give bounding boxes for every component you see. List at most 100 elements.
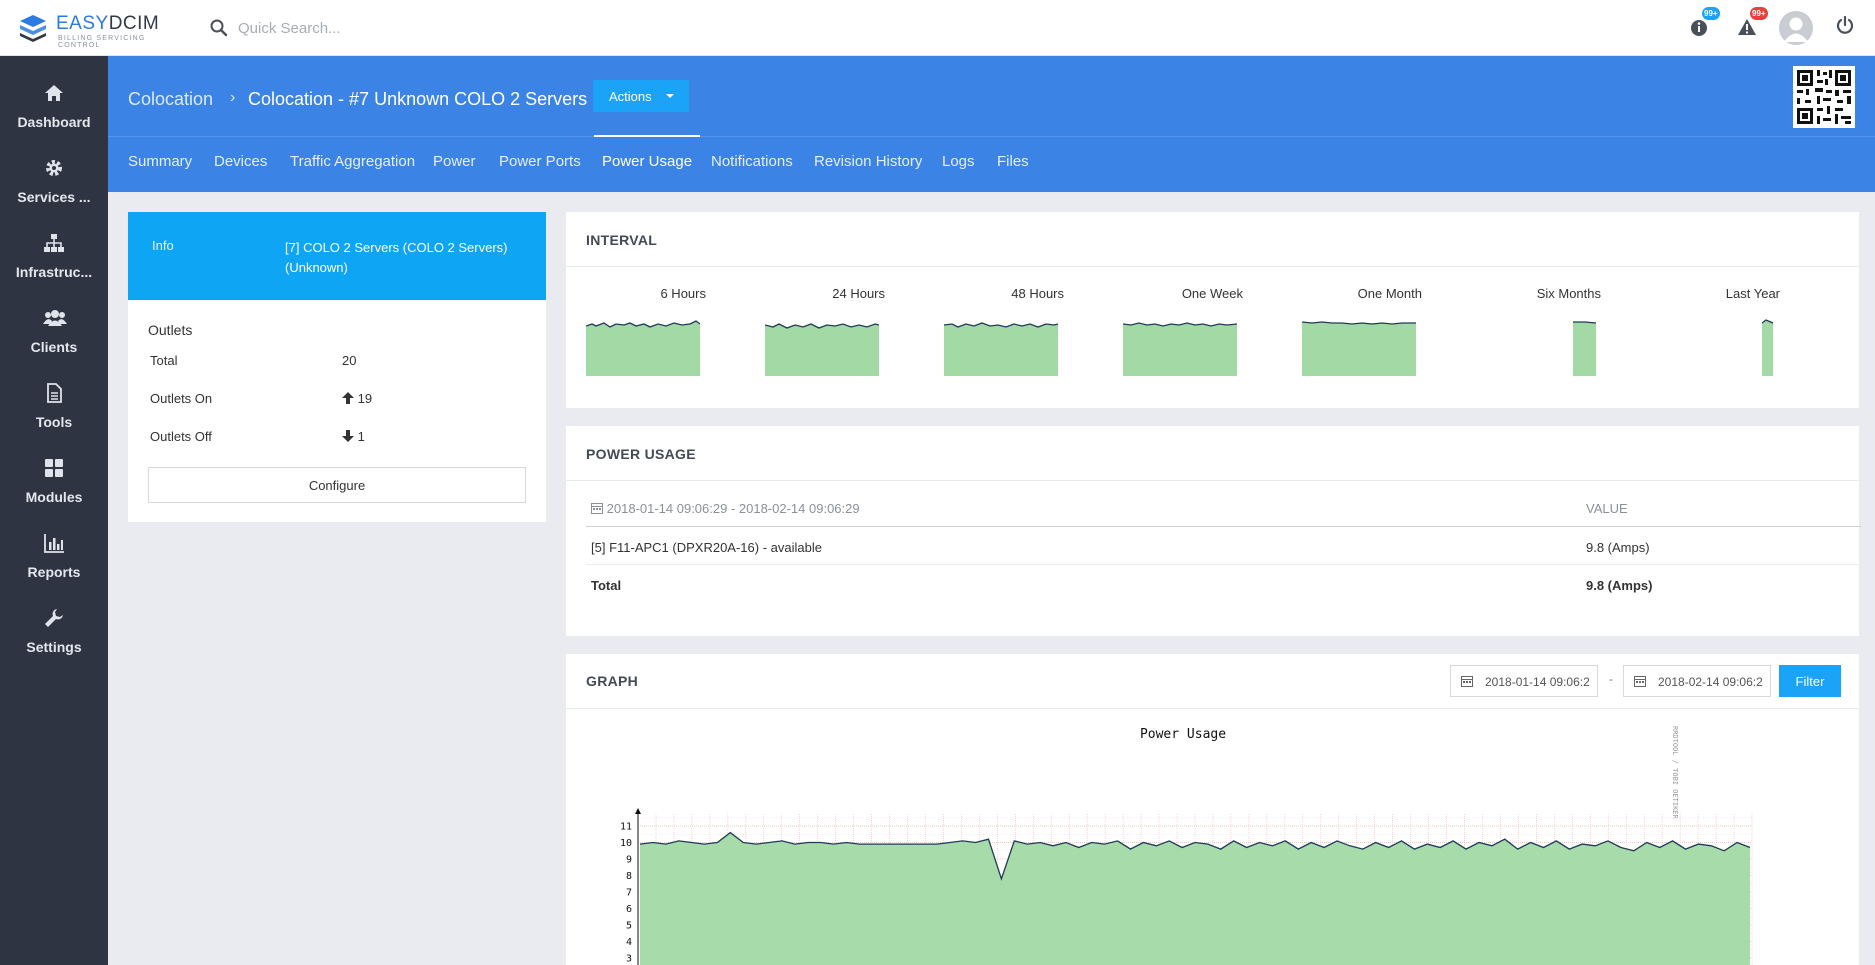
outlets-title: Outlets <box>148 322 193 338</box>
interval-label: Last Year <box>1725 286 1780 301</box>
sidebar-item-dashboard[interactable]: Dashboard <box>0 74 108 144</box>
tab-files[interactable]: Files <box>997 137 1029 192</box>
chart-side-label: RRDTOOL / TOBI OETIKER <box>1671 726 1679 820</box>
info-card: Info [7] COLO 2 Servers (COLO 2 Servers)… <box>128 212 546 522</box>
search-input[interactable] <box>238 17 498 39</box>
outlets-off-label: Outlets Off <box>150 429 212 444</box>
outlets-off-value-group: 1 <box>342 429 365 444</box>
date-from-input[interactable]: 2018-01-14 09:06:2 <box>1450 665 1598 697</box>
sidebar-item-reports[interactable]: Reports <box>0 524 108 594</box>
sparkline-24-hours <box>765 323 879 376</box>
sidebar-item-label: Dashboard <box>17 114 91 130</box>
calendar-icon <box>1461 676 1473 687</box>
top-bar: EASYDCIM BILLING SERVICING CONTROL 99+ 9… <box>0 0 1875 56</box>
sidebar-item-clients[interactable]: Clients <box>0 299 108 369</box>
filter-button[interactable]: Filter <box>1779 665 1841 697</box>
power-usage-chart: Power Usage RRDTOOL / TOBI OETIKER 3 4 5 6 7… <box>620 726 1753 965</box>
sidebar-item-modules[interactable]: Modules <box>0 449 108 519</box>
power-usage-card: POWER USAGE 2018-01-14 09:06:29 - 2018-0… <box>566 426 1861 636</box>
file-icon <box>47 383 62 403</box>
page-title: Colocation - #7 Unknown COLO 2 Servers <box>248 89 588 109</box>
interval-title: INTERVAL <box>586 232 658 248</box>
chart-title: Power Usage <box>1140 727 1226 742</box>
interval-label: 24 Hours <box>832 286 885 301</box>
arrow-down-icon <box>342 430 354 442</box>
sparkline-48-hours <box>944 322 1058 376</box>
y-tick-label: 11 <box>620 822 632 833</box>
y-tick-label: 5 <box>626 921 632 932</box>
outlets-on-value-group: 19 <box>342 391 372 406</box>
notifications-info-button[interactable]: 99+ <box>1689 7 1720 42</box>
alerts-button[interactable]: 99+ <box>1737 7 1768 42</box>
outlets-on-value: 19 <box>357 391 373 406</box>
home-icon <box>45 85 63 101</box>
sidebar-item-settings[interactable]: Settings <box>0 599 108 669</box>
info-header: Info [7] COLO 2 Servers (COLO 2 Servers)… <box>128 212 546 300</box>
sidebar-item-label: Tools <box>35 414 73 430</box>
breadcrumb-colocation[interactable]: Colocation <box>128 89 213 110</box>
sidebar-item-services[interactable]: Services ... <box>0 149 108 219</box>
tab-summary[interactable]: Summary <box>128 137 192 192</box>
breadcrumb-separator: › <box>230 89 236 106</box>
y-tick-label: 7 <box>626 888 632 899</box>
tab-bar: Summary Devices Traffic Aggregation Powe… <box>108 135 1875 192</box>
configure-button[interactable]: Configure <box>148 467 526 503</box>
interval-label: One Week <box>1181 286 1243 301</box>
interval-6-hours[interactable]: 6 Hours <box>586 266 746 396</box>
tab-logs[interactable]: Logs <box>942 137 975 192</box>
tab-traffic-aggregation[interactable]: Traffic Aggregation <box>290 137 415 192</box>
y-axis-arrow <box>635 808 641 814</box>
sidebar-item-tools[interactable]: Tools <box>0 374 108 444</box>
tab-power[interactable]: Power <box>433 137 476 192</box>
tab-devices[interactable]: Devices <box>214 137 267 192</box>
sparkline-one-month <box>1302 321 1416 376</box>
y-tick-label: 6 <box>626 904 632 915</box>
date-to-value: 2018-02-14 09:06:2 <box>1658 675 1763 689</box>
table-header-divider <box>586 526 1861 527</box>
interval-one-month[interactable]: One Month <box>1302 266 1462 396</box>
info-label: Info <box>152 238 174 253</box>
y-tick-label: 10 <box>620 838 632 849</box>
gear-icon <box>46 160 62 176</box>
tab-notifications[interactable]: Notifications <box>711 137 793 192</box>
interval-label: 48 Hours <box>1011 286 1064 301</box>
tab-revision-history[interactable]: Revision History <box>814 137 922 192</box>
table-header-value: VALUE <box>1586 501 1628 516</box>
sparkline-last-year <box>1762 319 1774 376</box>
interval-card: INTERVAL 6 Hours 24 Hours 48 Hours One W… <box>566 212 1859 408</box>
date-range-dash: - <box>1609 672 1613 686</box>
calendar-icon <box>591 503 603 514</box>
interval-thumbnails: 6 Hours 24 Hours 48 Hours One Week One M… <box>566 266 1859 408</box>
table-header-range-text: 2018-01-14 09:06:29 - 2018-02-14 09:06:2… <box>606 501 860 516</box>
series-area <box>640 832 1750 965</box>
graph-card: GRAPH 2018-01-14 09:06:2 - 2018-02-14 09… <box>566 654 1859 965</box>
sidebar-item-label: Modules <box>25 489 83 505</box>
sitemap-icon <box>44 234 64 252</box>
page-header: Colocation › Colocation - #7 Unknown COL… <box>108 56 1875 192</box>
tab-power-usage[interactable]: Power Usage <box>593 135 701 192</box>
date-from-value: 2018-01-14 09:06:2 <box>1485 675 1590 689</box>
logout-button[interactable] <box>1835 15 1863 43</box>
interval-48-hours[interactable]: 48 Hours <box>944 266 1104 396</box>
power-usage-title: POWER USAGE <box>586 446 696 462</box>
tab-power-ports[interactable]: Power Ports <box>499 137 581 192</box>
interval-24-hours[interactable]: 24 Hours <box>765 266 925 396</box>
outlets-on-label: Outlets On <box>150 391 213 406</box>
date-to-input[interactable]: 2018-02-14 09:06:2 <box>1623 665 1771 697</box>
sidebar-item-infrastructure[interactable]: Infrastruc... <box>0 224 108 294</box>
logo-tagline: BILLING SERVICING CONTROL <box>58 35 146 49</box>
interval-label: 6 Hours <box>660 286 706 301</box>
y-tick-label: 3 <box>626 954 632 965</box>
qr-code[interactable] <box>1793 66 1855 128</box>
user-avatar[interactable] <box>1779 11 1813 45</box>
row-total-label: Total <box>591 578 622 593</box>
actions-dropdown-button[interactable]: Actions <box>593 80 689 112</box>
interval-six-months[interactable]: Six Months <box>1481 266 1641 396</box>
easydcim-logo[interactable]: EASYDCIM BILLING SERVICING CONTROL <box>18 11 178 49</box>
y-tick-label: 8 <box>626 871 632 882</box>
outlets-total-value: 20 <box>342 353 357 368</box>
logo-mark-icon <box>20 15 46 42</box>
interval-one-week[interactable]: One Week <box>1123 266 1283 396</box>
sidebar-item-label: Clients <box>30 339 78 355</box>
interval-last-year[interactable]: Last Year <box>1660 266 1820 396</box>
